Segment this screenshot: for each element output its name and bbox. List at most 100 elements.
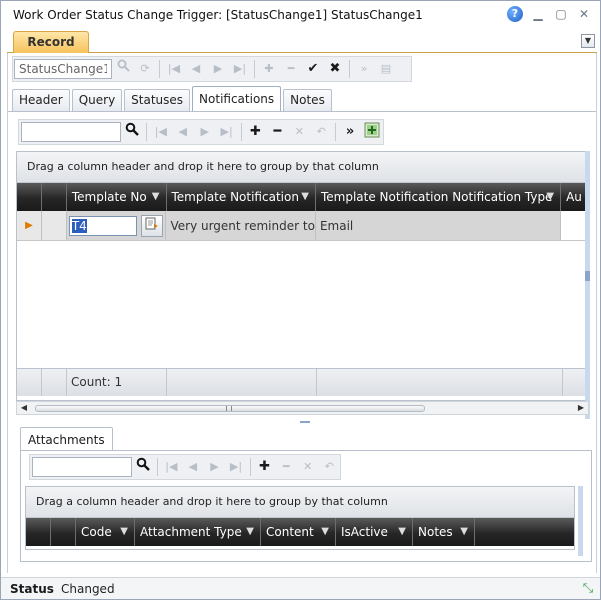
maximize-icon[interactable]: ▢ bbox=[553, 6, 569, 22]
notifications-grid: Drag a column header and drop it here to… bbox=[16, 151, 589, 401]
filter-icon[interactable]: ▼ bbox=[120, 518, 128, 546]
column-header-template-notification[interactable]: Template Notification ▼ bbox=[167, 183, 316, 211]
scroll-right-icon[interactable]: ▶ bbox=[574, 402, 588, 414]
record-code-input[interactable] bbox=[14, 59, 112, 79]
filter-icon[interactable]: ▼ bbox=[152, 183, 160, 211]
search-icon[interactable] bbox=[121, 122, 143, 142]
column-header-code[interactable]: Code ▼ bbox=[76, 518, 135, 546]
attachments-search-input[interactable] bbox=[32, 457, 132, 477]
next-icon[interactable]: ▶ bbox=[204, 457, 226, 477]
table-row[interactable]: ▶ T4 Very urgent reminder to C Email bbox=[17, 211, 588, 241]
column-header-notes[interactable]: Notes ▼ bbox=[413, 518, 475, 546]
undo-icon[interactable]: ↶ bbox=[310, 122, 332, 142]
next-icon[interactable]: ▶ bbox=[207, 59, 229, 79]
lookup-icon[interactable] bbox=[140, 215, 163, 237]
column-header-au[interactable]: Au bbox=[561, 183, 588, 211]
next-icon[interactable]: ▶ bbox=[194, 122, 216, 142]
prev-icon[interactable]: ◀ bbox=[182, 457, 204, 477]
more-icon[interactable]: » bbox=[339, 122, 361, 142]
column-header-content[interactable]: Content ▼ bbox=[261, 518, 336, 546]
template-notification-cell[interactable]: Very urgent reminder to C bbox=[166, 211, 316, 240]
grid-footer: Count: 1 bbox=[17, 368, 588, 396]
add-icon[interactable]: ✚ bbox=[254, 457, 276, 477]
last-icon[interactable]: ▶| bbox=[216, 122, 238, 142]
group-by-panel[interactable]: Drag a column header and drop it here to… bbox=[17, 152, 588, 183]
footer-expand-cell bbox=[42, 369, 67, 396]
notification-type-cell[interactable]: Email bbox=[316, 211, 562, 240]
filter-icon[interactable]: ▼ bbox=[398, 518, 406, 546]
prev-icon[interactable]: ◀ bbox=[172, 122, 194, 142]
template-no-cell[interactable]: T4 bbox=[67, 211, 167, 240]
tab-statuses[interactable]: Statuses bbox=[124, 89, 191, 111]
scroll-grip bbox=[226, 406, 232, 411]
first-icon[interactable]: |◀ bbox=[150, 122, 172, 142]
template-no-editor[interactable]: T4 bbox=[68, 216, 137, 236]
help-icon[interactable]: ? bbox=[507, 6, 523, 22]
au-cell[interactable] bbox=[561, 211, 588, 240]
search-icon[interactable] bbox=[132, 457, 154, 477]
close-icon[interactable]: ✕ bbox=[576, 6, 592, 22]
last-icon[interactable]: ▶| bbox=[229, 59, 251, 79]
group-by-panel[interactable]: Drag a column header and drop it here to… bbox=[26, 487, 574, 518]
remove-icon[interactable]: ━ bbox=[280, 59, 302, 79]
filter-icon[interactable]: ▼ bbox=[546, 183, 554, 211]
toolbar-separator bbox=[349, 60, 350, 78]
tab-header[interactable]: Header bbox=[12, 89, 70, 111]
vertical-scrollbar[interactable] bbox=[585, 151, 590, 419]
first-icon[interactable]: |◀ bbox=[161, 457, 183, 477]
column-header-attachment-type[interactable]: Attachment Type ▼ bbox=[135, 518, 261, 546]
tab-query[interactable]: Query bbox=[71, 89, 123, 111]
status-bar: Status Changed ⤡ bbox=[1, 577, 600, 599]
accept-icon[interactable]: ✔ bbox=[302, 59, 324, 79]
window: Work Order Status Change Trigger: [Statu… bbox=[0, 0, 601, 600]
scroll-left-icon[interactable]: ◀ bbox=[17, 402, 31, 414]
expand-header bbox=[51, 518, 76, 546]
notifications-search-input[interactable] bbox=[21, 122, 121, 142]
window-controls: ? ▁ ▢ ✕ bbox=[507, 6, 592, 22]
record-dropdown-icon[interactable]: ▼ bbox=[581, 34, 595, 48]
column-header-isactive[interactable]: IsActive ▼ bbox=[336, 518, 413, 546]
notes-icon[interactable]: ▤ bbox=[375, 59, 397, 79]
attachments-toolbar: |◀ ◀ ▶ ▶| ✚ ━ ✕ ↶ bbox=[29, 454, 341, 480]
undo-icon[interactable]: ↶ bbox=[318, 457, 340, 477]
search-icon[interactable] bbox=[112, 59, 134, 79]
indicator-header bbox=[17, 183, 42, 211]
window-title: Work Order Status Change Trigger: [Statu… bbox=[13, 8, 423, 22]
cancel-icon[interactable]: ✖ bbox=[324, 59, 346, 79]
tab-attachments[interactable]: Attachments bbox=[20, 427, 113, 451]
more-icon[interactable]: » bbox=[353, 59, 375, 79]
refresh-icon[interactable]: ⟳ bbox=[134, 59, 156, 79]
filter-icon[interactable]: ▼ bbox=[321, 518, 329, 546]
toolbar-separator bbox=[335, 123, 337, 141]
splitter-handle[interactable] bbox=[300, 421, 310, 423]
horizontal-scrollbar[interactable]: ◀ ▶ bbox=[16, 401, 589, 415]
add-icon[interactable]: ✚ bbox=[258, 59, 280, 79]
delete-icon[interactable]: ✕ bbox=[297, 457, 319, 477]
minimize-icon[interactable]: ▁ bbox=[530, 6, 546, 22]
tab-notifications[interactable]: Notifications bbox=[192, 86, 282, 111]
record-tab[interactable]: Record bbox=[13, 31, 89, 53]
delete-icon[interactable]: ✕ bbox=[288, 122, 310, 142]
add-icon[interactable]: ✚ bbox=[245, 122, 267, 142]
remove-icon[interactable]: ━ bbox=[266, 122, 288, 142]
last-icon[interactable]: ▶| bbox=[225, 457, 247, 477]
filter-icon[interactable]: ▼ bbox=[301, 183, 309, 211]
scroll-thumb[interactable] bbox=[35, 405, 425, 412]
column-header-notification-type[interactable]: Template Notification Notification Type … bbox=[316, 183, 562, 211]
vertical-scrollbar[interactable] bbox=[578, 486, 583, 556]
grid-header: Template No ▼ Template Notification ▼ Te… bbox=[17, 183, 588, 211]
remove-icon[interactable]: ━ bbox=[275, 457, 297, 477]
prev-icon[interactable]: ◀ bbox=[185, 59, 207, 79]
first-icon[interactable]: |◀ bbox=[163, 59, 185, 79]
status-label: Status bbox=[10, 582, 54, 596]
indicator-header bbox=[26, 518, 51, 546]
filter-icon[interactable]: ▼ bbox=[246, 518, 254, 546]
tab-notes[interactable]: Notes bbox=[283, 89, 332, 111]
status-value: Changed bbox=[61, 582, 115, 596]
filter-icon[interactable]: ▼ bbox=[460, 518, 468, 546]
add-row-icon[interactable] bbox=[361, 122, 383, 142]
footer-indicator-cell bbox=[17, 369, 42, 396]
toolbar-separator bbox=[156, 458, 158, 476]
column-header-template-no[interactable]: Template No ▼ bbox=[67, 183, 167, 211]
resize-icon[interactable]: ⤡ bbox=[580, 581, 596, 597]
